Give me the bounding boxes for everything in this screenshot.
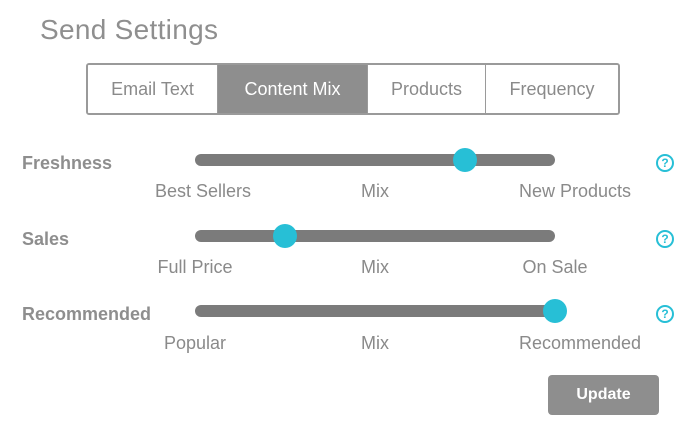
tab-frequency[interactable]: Frequency (486, 65, 618, 113)
sales-label: Sales (22, 229, 70, 249)
freshness-slider-thumb[interactable] (453, 148, 477, 172)
sales-slider-track[interactable] (195, 230, 555, 242)
sales-right-label: On Sale (522, 257, 588, 277)
tab-bar: Email Text Content Mix Products Frequenc… (86, 63, 620, 115)
recommended-slider-thumb[interactable] (543, 299, 567, 323)
recommended-right-label: Recommended (518, 333, 642, 353)
page-title: Send Settings (40, 14, 219, 45)
freshness-mid-label: Mix (361, 181, 389, 201)
recommended-label: Recommended (22, 304, 152, 324)
freshness-label: Freshness (22, 153, 113, 173)
freshness-slider-track[interactable] (195, 154, 555, 166)
recommended-help-icon[interactable]: ? (656, 305, 674, 323)
tab-content-mix[interactable]: Content Mix (218, 65, 368, 113)
freshness-right-label: New Products (518, 181, 632, 201)
update-button[interactable]: Update (548, 375, 659, 415)
freshness-help-icon[interactable]: ? (656, 154, 674, 172)
freshness-left-label: Best Sellers (154, 181, 252, 201)
sales-mid-label: Mix (361, 257, 389, 277)
tab-email-text[interactable]: Email Text (88, 65, 218, 113)
tab-products[interactable]: Products (368, 65, 486, 113)
recommended-left-label: Popular (163, 333, 227, 353)
recommended-slider-track[interactable] (195, 305, 555, 317)
sales-help-icon[interactable]: ? (656, 230, 674, 248)
sales-slider-thumb[interactable] (273, 224, 297, 248)
recommended-mid-label: Mix (361, 333, 389, 353)
sales-left-label: Full Price (157, 257, 233, 277)
